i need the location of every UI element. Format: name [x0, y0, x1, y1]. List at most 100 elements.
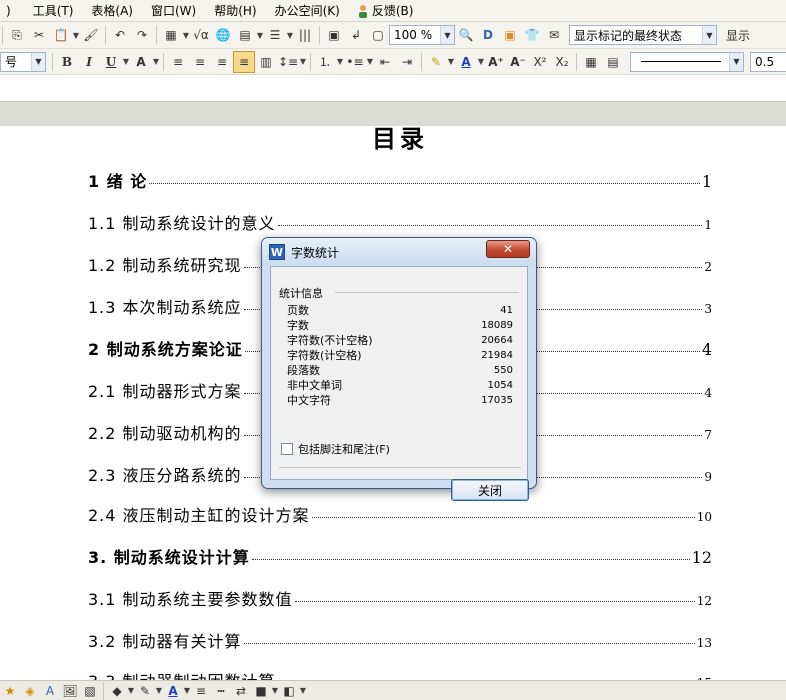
align-center-icon[interactable]: ≡: [189, 51, 211, 73]
chevron-down-icon[interactable]: ▼: [72, 31, 80, 40]
menu-item-office-space[interactable]: 办公空间(K): [269, 1, 346, 21]
highlight-icon[interactable]: ✎: [425, 51, 447, 73]
markup-view-select[interactable]: 显示标记的最终状态 ▼: [569, 25, 717, 45]
decrease-indent-icon[interactable]: ⇤: [374, 51, 396, 73]
chevron-down-icon[interactable]: ▼: [440, 26, 454, 44]
align-justify-icon[interactable]: ≡: [233, 50, 255, 73]
star-icon[interactable]: ★: [0, 682, 20, 700]
italic-button[interactable]: I: [78, 51, 100, 73]
subscript-icon[interactable]: X₂: [551, 51, 573, 73]
dialog-title-bar[interactable]: W 字数统计 ✕: [262, 238, 536, 266]
include-footnotes-row[interactable]: 包括脚注和尾注(F): [281, 441, 390, 457]
chevron-down-icon[interactable]: ▼: [702, 26, 716, 44]
borders-icon[interactable]: ▤: [602, 51, 624, 73]
menu-item-window[interactable]: 窗口(W): [145, 1, 202, 21]
columns-icon[interactable]: ☰: [264, 24, 286, 46]
show-menu-button[interactable]: 显示: [721, 24, 755, 46]
fill-color-icon[interactable]: ◆: [107, 682, 127, 700]
numbered-list-icon[interactable]: ⒈: [314, 51, 336, 73]
undo-icon[interactable]: ↶: [109, 24, 131, 46]
chevron-down-icon[interactable]: ▼: [127, 686, 135, 695]
character-shading-icon[interactable]: A: [130, 51, 152, 73]
chevron-down-icon[interactable]: ▼: [286, 31, 294, 40]
format-painter-icon[interactable]: 🖌: [80, 24, 102, 46]
redo-icon[interactable]: ↷: [131, 24, 153, 46]
grow-font-icon[interactable]: A⁺: [485, 51, 507, 73]
3d-icon[interactable]: ◧: [279, 682, 299, 700]
line-spacing-icon[interactable]: ↕≡: [277, 51, 299, 73]
menu-item-help[interactable]: 帮助(H): [208, 1, 262, 21]
document-map-icon[interactable]: ▣: [323, 24, 345, 46]
shadow-icon[interactable]: ■: [251, 682, 271, 700]
toc-entry[interactable]: 3.2 制动器有关计算 13: [88, 628, 712, 652]
chevron-down-icon[interactable]: ▼: [155, 686, 163, 695]
increase-indent-icon[interactable]: ⇥: [396, 51, 418, 73]
chevron-down-icon[interactable]: ▼: [31, 52, 45, 71]
chevron-down-icon[interactable]: ▼: [299, 686, 307, 695]
text-box-icon[interactable]: ▢: [367, 24, 389, 46]
chevron-down-icon[interactable]: ▼: [299, 57, 307, 66]
line-style-select[interactable]: ▼: [630, 51, 744, 72]
chevron-down-icon[interactable]: ▼: [336, 57, 344, 66]
toc-entry[interactable]: 3.1 制动系统主要参数数值 12: [88, 586, 712, 610]
toc-entry[interactable]: 3.3 制动器制动因数计算15: [88, 668, 712, 680]
table-grid-icon[interactable]: ▤: [234, 24, 256, 46]
toc-entry[interactable]: 2.4 液压制动主缸的设计方案 10: [88, 502, 712, 526]
include-footnotes-label[interactable]: 包括脚注和尾注(F): [298, 441, 390, 457]
column-chart-icon[interactable]: |||: [294, 24, 316, 46]
menu-item-partial[interactable]: ): [0, 1, 17, 21]
menu-item-tools[interactable]: 工具(T): [27, 1, 80, 21]
insert-table-icon[interactable]: ▦: [160, 24, 182, 46]
formula-icon[interactable]: √α: [190, 24, 212, 46]
paste-icon[interactable]: 📋: [50, 24, 72, 46]
underline-button[interactable]: U: [100, 51, 122, 73]
globe-icon[interactable]: 🌐: [212, 24, 234, 46]
orange-gift-icon[interactable]: ▣: [499, 24, 521, 46]
dash-style-icon[interactable]: ┅: [211, 682, 231, 700]
bold-button[interactable]: B: [56, 51, 78, 73]
chevron-down-icon[interactable]: ▼: [183, 686, 191, 695]
shirt-icon[interactable]: 👕: [521, 24, 543, 46]
toc-entry[interactable]: 1 绪 论 1: [88, 168, 712, 192]
chevron-down-icon[interactable]: ▼: [122, 57, 130, 66]
zoom-select[interactable]: 100 % ▼: [389, 25, 455, 45]
menu-item-table[interactable]: 表格(A): [85, 1, 139, 21]
chevron-down-icon[interactable]: ▼: [729, 52, 743, 71]
chevron-down-icon[interactable]: ▼: [447, 57, 455, 66]
bulleted-list-icon[interactable]: •≡: [344, 51, 366, 73]
chevron-down-icon[interactable]: ▼: [366, 57, 374, 66]
chevron-down-icon[interactable]: ▼: [477, 57, 485, 66]
cut-icon[interactable]: ✂: [28, 24, 50, 46]
line-width-select[interactable]: 0.5: [750, 51, 786, 72]
font-size-select[interactable]: 号 ▼: [0, 51, 46, 72]
wordart-icon[interactable]: A: [40, 682, 60, 700]
table-props-icon[interactable]: ▦: [580, 51, 602, 73]
menu-item-feedback[interactable]: 反馈(B): [350, 1, 420, 21]
chevron-down-icon[interactable]: ▼: [182, 31, 190, 40]
shrink-font-icon[interactable]: A⁻: [507, 51, 529, 73]
include-footnotes-checkbox[interactable]: [281, 443, 293, 455]
picture-icon[interactable]: 🖼: [60, 682, 80, 700]
line-color-icon[interactable]: ✎: [135, 682, 155, 700]
arrow-style-icon[interactable]: ⇄: [231, 682, 251, 700]
chevron-down-icon[interactable]: ▼: [256, 31, 264, 40]
close-button[interactable]: 关闭: [451, 479, 529, 501]
envelope-icon[interactable]: ✉: [543, 24, 565, 46]
line-style-icon[interactable]: ≡: [191, 682, 211, 700]
chart-icon[interactable]: ▧: [80, 682, 100, 700]
blue-d-icon[interactable]: D: [477, 24, 499, 46]
align-left-icon[interactable]: ≡: [167, 51, 189, 73]
chevron-down-icon[interactable]: ▼: [152, 57, 160, 66]
copy-icon[interactable]: ⎘: [6, 24, 28, 46]
binoculars-icon[interactable]: 🔍: [455, 24, 477, 46]
toc-entry[interactable]: 1.1 制动系统设计的意义 1: [88, 210, 712, 234]
toc-entry[interactable]: 3. 制动系统设计计算 12: [88, 544, 712, 568]
distributed-align-icon[interactable]: ▥: [255, 51, 277, 73]
close-icon[interactable]: ✕: [486, 240, 530, 258]
chevron-down-icon[interactable]: ▼: [271, 686, 279, 695]
shape-icon[interactable]: ◈: [20, 682, 40, 700]
superscript-icon[interactable]: X²: [529, 51, 551, 73]
show-hide-marks-icon[interactable]: ↲: [345, 24, 367, 46]
font-color-icon[interactable]: A: [163, 682, 183, 700]
align-right-icon[interactable]: ≡: [211, 51, 233, 73]
